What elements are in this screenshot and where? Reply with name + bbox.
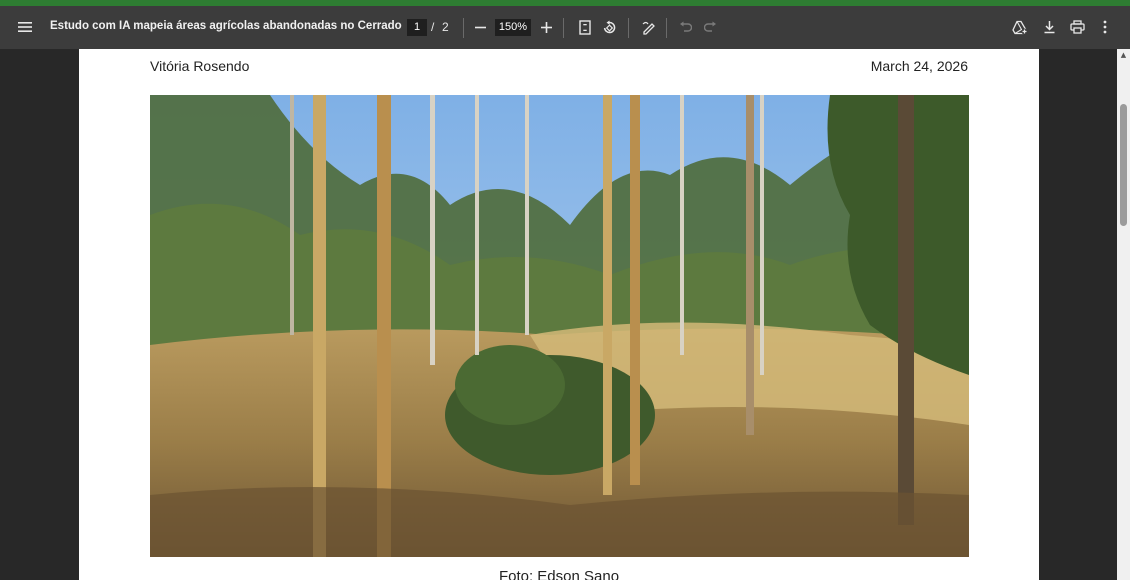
pdf-viewer[interactable]: Vitória Rosendo March 24, 2026 Foto: Eds… [0, 49, 1130, 580]
add-to-drive-icon [1012, 20, 1028, 34]
page-total: 2 [442, 20, 449, 34]
pdf-page: Vitória Rosendo March 24, 2026 Foto: Eds… [79, 49, 1039, 580]
cerrado-photo [150, 95, 969, 557]
print-icon [1069, 20, 1085, 34]
toolbar-divider [628, 18, 629, 38]
zoom-in-button[interactable] [532, 13, 560, 41]
download-button[interactable] [1035, 13, 1063, 41]
zoom-level-input[interactable]: 150% [495, 19, 531, 36]
pdf-toolbar: Estudo com IA mapeia áreas agrícolas aba… [0, 6, 1130, 49]
annotate-button[interactable] [635, 13, 663, 41]
plus-icon [540, 21, 552, 33]
page-number-input[interactable]: 1 [407, 19, 427, 36]
scrollbar-thumb[interactable] [1120, 104, 1127, 226]
scroll-up-arrow-icon[interactable]: ▲ [1117, 51, 1130, 61]
more-options-button[interactable] [1091, 13, 1119, 41]
publish-date: March 24, 2026 [870, 58, 968, 74]
menu-icon[interactable] [11, 13, 39, 41]
minus-icon [474, 26, 486, 28]
page-separator: / [431, 20, 435, 34]
photo-caption: Foto: Edson Sano [498, 568, 620, 580]
toolbar-divider [463, 18, 464, 38]
fit-page-icon [579, 19, 591, 35]
author-name: Vitória Rosendo [150, 58, 250, 74]
annotate-pen-icon [642, 21, 655, 35]
toolbar-divider [563, 18, 564, 38]
download-icon [1044, 21, 1054, 34]
redo-button[interactable] [696, 13, 724, 41]
more-vertical-icon [1103, 20, 1107, 34]
add-to-drive-button[interactable] [1006, 13, 1034, 41]
vertical-scrollbar[interactable]: ▲ [1117, 49, 1130, 580]
undo-button[interactable] [671, 13, 699, 41]
rotate-icon [603, 20, 615, 33]
undo-icon [679, 21, 692, 32]
zoom-out-button[interactable] [466, 13, 494, 41]
redo-icon [703, 21, 716, 32]
document-title: Estudo com IA mapeia áreas agrícolas aba… [50, 20, 402, 32]
rotate-button[interactable] [595, 13, 623, 41]
toolbar-divider [666, 18, 667, 38]
print-button[interactable] [1063, 13, 1091, 41]
